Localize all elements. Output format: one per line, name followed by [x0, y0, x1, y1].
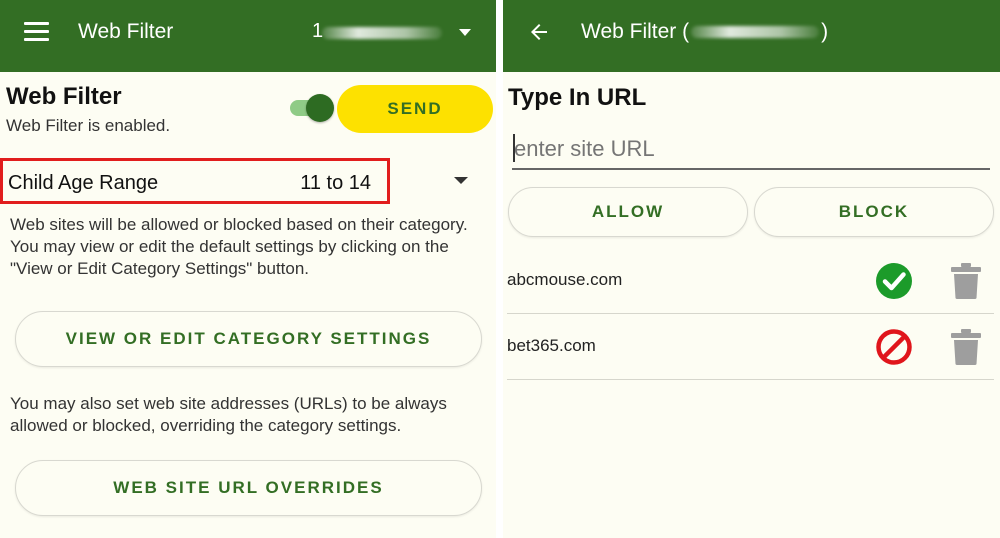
web-filter-settings-panel: Web Filter 1 Web Filter Web Filter is en…	[0, 0, 496, 538]
url-text: abcmouse.com	[507, 270, 623, 289]
check-circle-icon	[876, 263, 912, 299]
type-in-url-heading: Type In URL	[508, 84, 647, 111]
web-filter-heading: Web Filter	[6, 83, 122, 110]
web-site-url-overrides-button[interactable]: WEB SITE URL OVERRIDES	[15, 460, 482, 516]
url-list-item: bet365.com	[507, 314, 994, 380]
toggle-thumb	[306, 94, 334, 122]
category-description: Web sites will be allowed or blocked bas…	[10, 215, 468, 278]
block-circle-icon	[876, 329, 912, 365]
url-text: bet365.com	[507, 336, 596, 355]
override-description: You may also set web site addresses (URL…	[10, 394, 447, 435]
app-bar-title: Web Filter ()	[581, 20, 828, 44]
menu-icon[interactable]	[24, 22, 49, 42]
app-bar: Web Filter ()	[503, 0, 1000, 72]
url-list-item: abcmouse.com	[507, 248, 994, 314]
web-filter-status-text: Web Filter is enabled.	[6, 116, 171, 135]
send-button[interactable]: SEND	[337, 85, 493, 133]
app-bar-title: Web Filter	[78, 20, 174, 43]
chevron-down-icon[interactable]	[459, 29, 471, 36]
app-bar: Web Filter 1	[0, 0, 496, 72]
redacted-account-id	[691, 26, 820, 39]
dropdown-arrow-icon[interactable]	[454, 177, 468, 184]
redacted-account-id	[322, 27, 442, 39]
app-bar-title-prefix: Web Filter (	[581, 20, 690, 43]
age-range-label: Child Age Range	[8, 172, 159, 194]
trash-icon[interactable]	[950, 328, 982, 366]
site-url-input[interactable]	[512, 130, 990, 170]
block-button[interactable]: BLOCK	[754, 187, 994, 237]
back-arrow-icon[interactable]	[527, 20, 551, 44]
child-age-range-selector[interactable]: Child Age Range 11 to 14	[0, 158, 390, 204]
trash-icon[interactable]	[950, 262, 982, 300]
age-range-value: 11 to 14	[300, 172, 371, 194]
web-filter-toggle[interactable]	[290, 94, 334, 122]
text-caret	[513, 134, 515, 162]
allow-button[interactable]: ALLOW	[508, 187, 748, 237]
app-bar-title-suffix: )	[821, 20, 829, 43]
account-selector[interactable]: 1	[312, 20, 482, 46]
view-edit-category-settings-button[interactable]: VIEW OR EDIT CATEGORY SETTINGS	[15, 311, 482, 367]
